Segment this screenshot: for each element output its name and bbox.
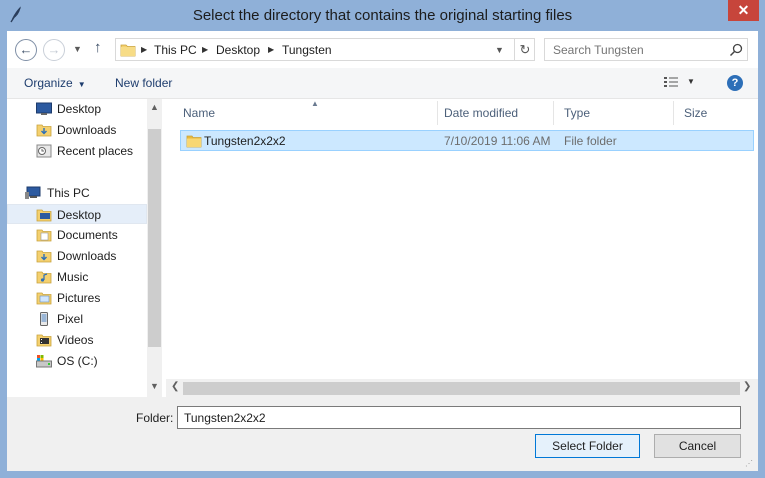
- back-button[interactable]: ←: [15, 39, 37, 61]
- folder-icon: [36, 209, 52, 222]
- cancel-button[interactable]: Cancel: [654, 434, 741, 458]
- scroll-up-icon[interactable]: ▲: [150, 102, 159, 112]
- music-folder-icon: [36, 271, 52, 284]
- scroll-left-icon[interactable]: ❮: [171, 381, 179, 392]
- column-header-size[interactable]: Size: [674, 99, 754, 125]
- scrollbar-thumb[interactable]: [148, 129, 161, 347]
- view-details-icon[interactable]: [663, 76, 679, 90]
- column-header-type[interactable]: Type: [554, 99, 674, 125]
- breadcrumb-arrow-icon[interactable]: ▶: [268, 45, 274, 54]
- nav-item-label: Videos: [57, 333, 94, 347]
- window-title: Select the directory that contains the o…: [192, 7, 573, 24]
- nav-pane-scrollbar[interactable]: ▲ ▼: [147, 99, 162, 397]
- file-list-horizontal-scrollbar[interactable]: ❮ ❯: [166, 379, 758, 397]
- chevron-down-icon: ▼: [77, 80, 86, 89]
- breadcrumb-tungsten[interactable]: Tungsten: [282, 43, 332, 57]
- breadcrumb-arrow-icon[interactable]: ▶: [202, 45, 208, 54]
- file-type: File folder: [564, 134, 617, 148]
- new-folder-button[interactable]: New folder: [115, 76, 172, 90]
- documents-folder-icon: [36, 229, 52, 242]
- help-button[interactable]: ?: [727, 75, 743, 91]
- scroll-right-icon[interactable]: ❯: [743, 381, 751, 392]
- nav-item-label: Downloads: [57, 123, 117, 137]
- nav-item-downloads-quick[interactable]: Downloads: [7, 120, 147, 140]
- up-arrow-icon[interactable]: ↑: [94, 39, 102, 56]
- column-header-label: Type: [564, 106, 591, 120]
- command-toolbar: Organize ▼ New folder ▼ ?: [7, 68, 758, 99]
- nav-item-os-c[interactable]: OS (C:): [7, 351, 147, 371]
- address-dropdown-icon[interactable]: ▼: [495, 45, 504, 55]
- file-list: Name ▲ Date modified Type Size Tungsten2…: [166, 99, 758, 397]
- search-input[interactable]: [545, 39, 725, 60]
- nav-item-label: Desktop: [57, 102, 102, 116]
- nav-item-label: Documents: [57, 228, 118, 242]
- address-row: ← → ▼ ↑ ▶ This PC ▶ Desktop ▶ Tungsten ▼…: [7, 31, 758, 68]
- resize-grip-icon[interactable]: ⋰: [745, 459, 753, 468]
- nav-item-label: This PC: [47, 186, 90, 200]
- nav-item-desktop-quick[interactable]: Desktop: [7, 99, 147, 119]
- select-folder-button[interactable]: Select Folder: [535, 434, 640, 458]
- address-bar[interactable]: ▶ This PC ▶ Desktop ▶ Tungsten ▼ ↻: [115, 38, 535, 61]
- nav-item-label: OS (C:): [57, 354, 98, 368]
- nav-item-this-pc[interactable]: This PC: [7, 183, 147, 203]
- title-bar: Select the directory that contains the o…: [0, 0, 765, 31]
- sort-ascending-icon: ▲: [311, 99, 319, 108]
- recent-places-icon: [36, 144, 52, 158]
- folder-label: Folder:: [136, 411, 174, 425]
- column-header-label: Name: [183, 106, 216, 120]
- folder-icon: [120, 44, 136, 57]
- organize-label: Organize: [24, 76, 73, 90]
- downloads-folder-icon: [36, 124, 52, 137]
- folder-name-input[interactable]: [177, 406, 741, 429]
- file-name: Tungsten2x2x2: [204, 134, 286, 148]
- view-dropdown-icon[interactable]: ▼: [687, 77, 695, 86]
- column-header-name[interactable]: Name ▲: [173, 99, 438, 125]
- phone-icon: [40, 312, 48, 326]
- forward-button[interactable]: →: [43, 39, 65, 61]
- refresh-icon[interactable]: ↻: [514, 39, 535, 60]
- file-date-modified: 7/10/2019 11:06 AM: [444, 134, 551, 148]
- folder-icon: [186, 135, 202, 148]
- nav-item-label: Music: [57, 270, 89, 284]
- breadcrumb-arrow-icon[interactable]: ▶: [141, 45, 147, 54]
- close-button[interactable]: ✕: [728, 0, 759, 21]
- nav-item-label: Pixel: [57, 312, 84, 326]
- nav-item-desktop[interactable]: Desktop: [7, 204, 147, 224]
- breadcrumb-this-pc[interactable]: This PC: [154, 43, 197, 57]
- drive-icon: [36, 355, 52, 368]
- column-header-date[interactable]: Date modified: [434, 99, 554, 125]
- nav-item-downloads[interactable]: Downloads: [7, 246, 147, 266]
- breadcrumb-desktop[interactable]: Desktop: [216, 43, 260, 57]
- nav-item-pictures[interactable]: Pictures: [7, 288, 147, 308]
- scrollbar-thumb[interactable]: [183, 382, 740, 395]
- nav-item-recent-places[interactable]: Recent places: [7, 141, 147, 161]
- nav-item-label: Recent places: [57, 144, 134, 158]
- videos-folder-icon: [36, 334, 52, 347]
- nav-item-label: Downloads: [57, 249, 117, 263]
- nav-item-music[interactable]: Music: [7, 267, 147, 287]
- column-header-label: Size: [684, 106, 708, 120]
- nav-item-label: Desktop: [57, 208, 102, 222]
- search-icon[interactable]: [728, 42, 744, 58]
- scroll-down-icon[interactable]: ▼: [150, 381, 159, 391]
- navigation-pane: Desktop Downloads Recent places This PC …: [7, 99, 162, 397]
- nav-item-documents[interactable]: Documents: [7, 225, 147, 245]
- search-box[interactable]: [544, 38, 748, 61]
- dialog-footer: Folder: Select Folder Cancel ⋰: [7, 397, 758, 471]
- organize-button[interactable]: Organize ▼: [24, 76, 86, 90]
- downloads-folder-icon: [36, 250, 52, 263]
- file-row[interactable]: Tungsten2x2x2 7/10/2019 11:06 AM File fo…: [180, 130, 754, 151]
- computer-icon: [25, 186, 41, 199]
- nav-item-videos[interactable]: Videos: [7, 330, 147, 350]
- nav-item-label: Pictures: [57, 291, 101, 305]
- desktop-icon: [36, 102, 52, 115]
- column-header-label: Date modified: [444, 106, 519, 120]
- nav-item-pixel[interactable]: Pixel: [7, 309, 147, 329]
- pictures-folder-icon: [36, 292, 52, 305]
- recent-locations-dropdown[interactable]: ▼: [73, 44, 82, 54]
